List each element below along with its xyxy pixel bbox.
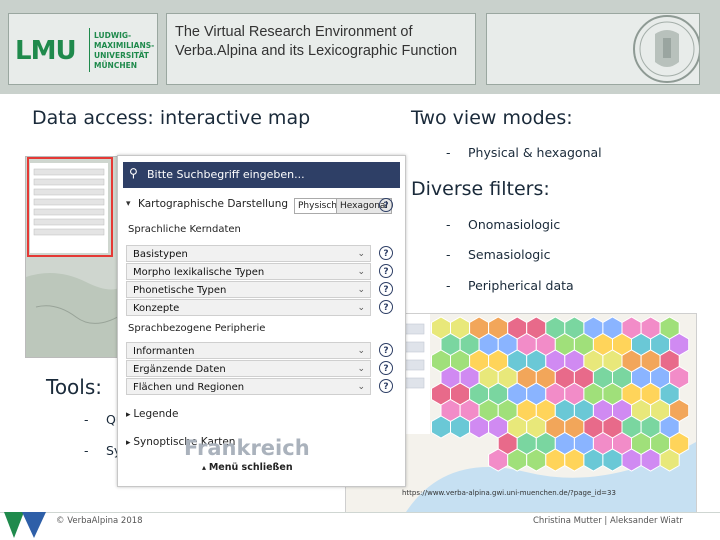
view-mode-label: Physical & hexagonal: [468, 145, 602, 160]
select-areas-regions[interactable]: Flächen und Regionen ⌄: [126, 378, 371, 395]
chevron-down-icon: ⌄: [357, 249, 365, 259]
collapse-icon: ▴: [202, 463, 209, 472]
select-label: Morpho lexikalische Typen: [133, 267, 265, 278]
search-bar[interactable]: ⚲ Bitte Suchbegriff eingeben...: [123, 162, 400, 188]
filter-item: - Semasiologic: [446, 247, 551, 262]
logo-text: LUDWIG- MAXIMILIANS- UNIVERSITÄT MÜNCHEN: [94, 31, 156, 71]
hex-cell[interactable]: [450, 415, 471, 439]
chevron-down-icon: ⌄: [357, 285, 365, 295]
filter-item: - Peripherical data: [446, 278, 574, 293]
chevron-down-icon: ⌄: [357, 303, 365, 313]
filters-heading: Diverse filters:: [411, 178, 550, 200]
hex-cell[interactable]: [431, 415, 451, 439]
carto-label: Kartographische Darstellung: [138, 198, 289, 210]
filter-item: - Onomasiologic: [446, 217, 561, 232]
hex-cell[interactable]: [488, 448, 509, 472]
tools-heading: Tools:: [46, 375, 103, 399]
filter-label: Peripherical data: [468, 278, 574, 293]
select-morpho-types[interactable]: Morpho lexikalische Typen ⌄: [126, 263, 371, 280]
header-bar: LMU LUDWIG- MAXIMILIANS- UNIVERSITÄT MÜN…: [0, 0, 720, 94]
map-menu-panel: ⚲ Bitte Suchbegriff eingeben... ▾ Kartog…: [117, 155, 406, 487]
chevron-down-icon: ⌄: [357, 364, 365, 374]
search-icon: ⚲: [129, 166, 138, 180]
logo-line-2: MAXIMILIANS-: [94, 41, 155, 50]
select-label: Konzepte: [133, 303, 180, 314]
chevron-down-icon: ⌄: [357, 382, 365, 392]
view-modes-heading: Two view modes:: [411, 107, 573, 129]
thumbnail-highlight: [27, 157, 113, 257]
seal-icon: [633, 15, 699, 83]
logo-line-1: LUDWIG-: [94, 31, 132, 40]
help-icon[interactable]: ?: [379, 282, 393, 296]
select-label: Ergänzende Daten: [133, 364, 226, 375]
map-credit-url[interactable]: https://www.verba-alpina.gwi.uni-muenche…: [402, 489, 616, 497]
carto-row: ▾ Kartographische Darstellung Physisch H…: [126, 196, 396, 214]
view-mode-item: - Physical & hexagonal: [446, 145, 602, 160]
logo-line-4: MÜNCHEN: [94, 61, 138, 70]
help-icon[interactable]: ?: [379, 246, 393, 260]
left-heading: Data access: interactive map: [32, 107, 311, 129]
chevron-down-icon: ⌄: [357, 267, 365, 277]
select-basistypen[interactable]: Basistypen ⌄: [126, 245, 371, 262]
filter-label: Semasiologic: [468, 247, 551, 262]
collapse-icon[interactable]: ▾: [126, 199, 131, 209]
filter-label: Onomasiologic: [468, 217, 561, 232]
hex-cell[interactable]: [602, 448, 623, 472]
logo-wordmark: LMU: [15, 36, 77, 66]
section-core-data: Sprachliche Kerndaten: [128, 224, 241, 235]
hex-cell[interactable]: [640, 448, 661, 472]
select-informants[interactable]: Informanten ⌄: [126, 342, 371, 359]
close-menu-button[interactable]: ▴ Menü schließen: [202, 462, 293, 473]
legend-label: Legende: [133, 408, 179, 420]
footer-authors: Christina Mutter | Aleksander Wiatr: [533, 516, 683, 526]
verbaalpina-logo-icon: [4, 512, 46, 538]
hex-cell[interactable]: [507, 448, 528, 472]
hex-cell[interactable]: [469, 415, 490, 439]
hex-cell[interactable]: [526, 448, 547, 472]
logo-line-3: UNIVERSITÄT: [94, 51, 149, 60]
tool-item: - Sy: [84, 443, 122, 458]
help-icon[interactable]: ?: [379, 343, 393, 357]
help-icon[interactable]: ?: [379, 264, 393, 278]
select-phonetic-types[interactable]: Phonetische Typen ⌄: [126, 281, 371, 298]
university-seal: [486, 13, 700, 85]
select-extra-data[interactable]: Ergänzende Daten ⌄: [126, 360, 371, 377]
help-icon[interactable]: ?: [379, 361, 393, 375]
select-label: Informanten: [133, 346, 195, 357]
footer-copyright: © VerbaAlpina 2018: [56, 516, 143, 526]
hex-cell[interactable]: [583, 448, 604, 472]
map-background-label: Frankreich: [184, 436, 310, 460]
section-periphery: Sprachbezogene Peripherie: [128, 323, 266, 334]
slide-title: The Virtual Research Environment of Verb…: [175, 24, 458, 59]
footer-divider: [0, 512, 720, 513]
hex-cell[interactable]: [564, 448, 585, 472]
search-input[interactable]: Bitte Suchbegriff eingeben...: [147, 168, 305, 181]
help-icon[interactable]: ?: [379, 198, 393, 212]
hex-cell[interactable]: [545, 448, 566, 472]
hex-cell[interactable]: [659, 448, 680, 472]
select-label: Phonetische Typen: [133, 285, 227, 296]
close-menu-label: Menü schließen: [208, 462, 293, 473]
legend-toggle[interactable]: ▸ Legende: [126, 408, 178, 420]
toggle-physical[interactable]: Physisch: [294, 198, 341, 214]
logo-divider: [89, 28, 90, 72]
select-label: Basistypen: [133, 249, 188, 260]
hex-cell[interactable]: [621, 448, 642, 472]
select-label: Flächen und Regionen: [133, 382, 245, 393]
help-icon[interactable]: ?: [379, 379, 393, 393]
select-concepts[interactable]: Konzepte ⌄: [126, 299, 371, 316]
help-icon[interactable]: ?: [379, 300, 393, 314]
title-box: The Virtual Research Environment of Verb…: [166, 13, 476, 85]
chevron-down-icon: ⌄: [357, 346, 365, 356]
lmu-logo: LMU LUDWIG- MAXIMILIANS- UNIVERSITÄT MÜN…: [8, 13, 158, 85]
